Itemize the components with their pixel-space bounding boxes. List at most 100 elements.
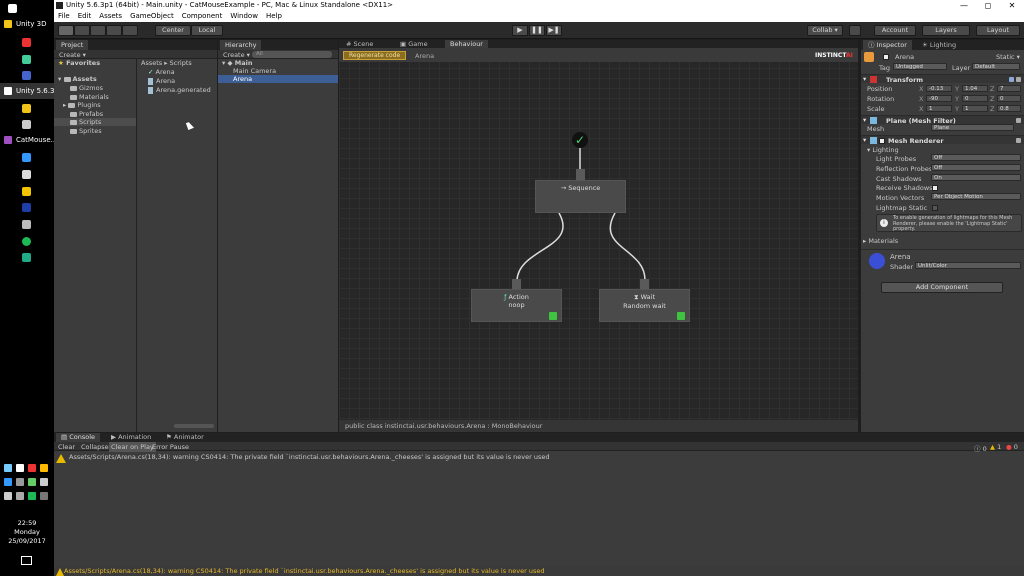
tray-icon[interactable] [4,492,12,500]
tab-lighting[interactable]: ☀ Lighting [917,40,961,50]
folder-materials[interactable]: Materials [70,93,109,101]
position-x-field[interactable]: -0.13 [926,85,952,92]
reflection-probes-dropdown[interactable]: Off [931,164,1021,171]
tray-icon[interactable] [28,478,36,486]
tab-scene[interactable]: # Scene [341,40,378,48]
photoshop-icon[interactable] [22,203,31,212]
transform-header[interactable]: ▾ Transform [861,74,1024,84]
tab-behaviour[interactable]: Behaviour [445,40,488,48]
material-preview-icon[interactable] [869,253,885,269]
app-icon-grey[interactable] [22,220,31,229]
tab-console[interactable]: ▤ Console [56,433,101,442]
motion-vectors-dropdown[interactable]: Per Object Motion [931,193,1021,200]
tray-icon[interactable] [28,464,36,472]
tab-hierarchy[interactable]: Hierarchy [220,40,262,50]
help-icon[interactable] [1009,77,1014,82]
windows-start-icon[interactable] [8,4,17,13]
gear-icon[interactable] [1016,77,1021,82]
app-icon-red[interactable] [22,38,31,47]
hand-tool-icon[interactable] [58,25,74,36]
warning-count[interactable]: ▲ 1 [990,443,1001,451]
tray-icon[interactable] [16,492,24,500]
receive-shadows-checkbox[interactable] [932,184,938,192]
rotation-z-field[interactable]: 0 [997,95,1021,102]
folder-scripts[interactable]: Scripts [70,118,101,126]
layout-dropdown[interactable]: Layout [976,25,1020,36]
rotation-y-field[interactable]: 0 [962,95,988,102]
cloud-icon[interactable] [849,25,861,36]
add-component-button[interactable]: Add Component [881,282,1003,293]
tray-icon[interactable] [4,478,12,486]
console-collapse-button[interactable]: Collapse [81,443,109,451]
taskbar-app-unity[interactable]: Unity 5.6.3... [0,83,54,99]
mesh-field[interactable]: Plane [931,124,1014,131]
static-toggle[interactable]: Static ▾ [996,53,1020,61]
menu-file[interactable]: File [54,11,74,22]
renderer-enabled[interactable] [879,137,885,145]
steam-icon[interactable] [22,153,31,162]
project-create-button[interactable]: Create ▾ [59,51,86,59]
rotation-x-field[interactable]: -90 [926,95,952,102]
shader-dropdown[interactable]: Unlit/Color [915,262,1021,269]
scale-z-field[interactable]: 0.8 [997,105,1021,112]
scale-y-field[interactable]: 1 [962,105,988,112]
scale-x-field[interactable]: 1 [926,105,952,112]
hierarchy-item-main-camera[interactable]: Main Camera [233,67,276,75]
spotify-icon[interactable] [22,237,31,246]
tray-icon[interactable] [4,464,12,472]
regenerate-code-button[interactable]: Regenerate code [343,51,407,60]
gear-icon[interactable] [1016,138,1021,143]
app-icon-teal[interactable] [22,253,31,262]
notes-icon[interactable] [22,120,31,129]
light-probes-dropdown[interactable]: Off [931,154,1021,161]
minimize-button[interactable]: — [952,0,976,11]
cast-shadows-dropdown[interactable]: On [931,174,1021,181]
file-arena-behaviour[interactable]: ✓ Arena [148,68,175,76]
tab-animation[interactable]: ▶ Animation [106,433,156,442]
folder-icon[interactable] [22,104,31,113]
lightmap-static-checkbox[interactable] [932,204,938,212]
pivot-center-toggle[interactable]: Center [155,25,191,36]
materials-foldout[interactable]: ▸ Materials [863,237,898,245]
wait-node[interactable]: ⧗ Wait Random wait [599,289,690,322]
position-y-field[interactable]: 1.04 [962,85,988,92]
taskbar-clock[interactable]: 22:59 Monday 25/09/2017 [0,519,54,546]
lighting-foldout[interactable]: ▾ Lighting [867,146,899,154]
tab-animator[interactable]: ⚑ Animator [161,433,209,442]
tray-icon[interactable] [40,464,48,472]
status-bar[interactable]: Assets/Scripts/Arena.cs(18,34): warning … [54,566,1024,576]
gear-icon[interactable] [1016,118,1021,123]
collab-button[interactable]: Collab ▾ [807,25,843,36]
close-button[interactable]: ✕ [1000,0,1024,11]
scale-tool-icon[interactable] [106,25,122,36]
console-clear-button[interactable]: Clear [58,443,75,451]
console-clear-on-play-toggle[interactable]: Clear on Play [109,442,156,452]
folder-gizmos[interactable]: Gizmos [70,84,103,92]
app-icon-yellow[interactable] [22,187,31,196]
gameobject-name-field[interactable]: Arena [895,53,914,61]
pause-button[interactable]: ❚❚ [529,25,545,36]
scene-main[interactable]: ▾ ◆ Main [222,59,253,67]
chrome-icon[interactable] [22,55,31,64]
layers-dropdown[interactable]: Layers [922,25,970,36]
menu-window[interactable]: Window [226,11,262,22]
app-icon-white[interactable] [22,170,31,179]
rect-tool-icon[interactable] [122,25,138,36]
root-node-check-icon[interactable]: ✓ [572,132,588,148]
tab-project[interactable]: Project [56,40,89,50]
position-z-field[interactable]: 7 [997,85,1021,92]
hierarchy-create-button[interactable]: Create ▾ [223,51,250,59]
file-arena-script[interactable]: Arena [148,77,175,85]
favorites-item[interactable]: ★ Favorites [58,59,100,67]
menu-gameobject[interactable]: GameObject [126,11,178,22]
console-log-entry[interactable]: Assets/Scripts/Arena.cs(18,34): warning … [54,452,1024,466]
sequence-node[interactable]: → Sequence [535,180,626,213]
gameobject-active[interactable] [883,53,889,61]
zoom-slider[interactable] [174,424,214,428]
move-tool-icon[interactable] [74,25,90,36]
tag-dropdown[interactable]: Untagged [893,63,947,70]
error-count[interactable]: ● 0 [1006,443,1018,451]
folder-sprites[interactable]: Sprites [70,127,102,135]
taskbar-app-catmouse[interactable]: CatMouse... [0,132,54,148]
account-dropdown[interactable]: Account [874,25,916,36]
